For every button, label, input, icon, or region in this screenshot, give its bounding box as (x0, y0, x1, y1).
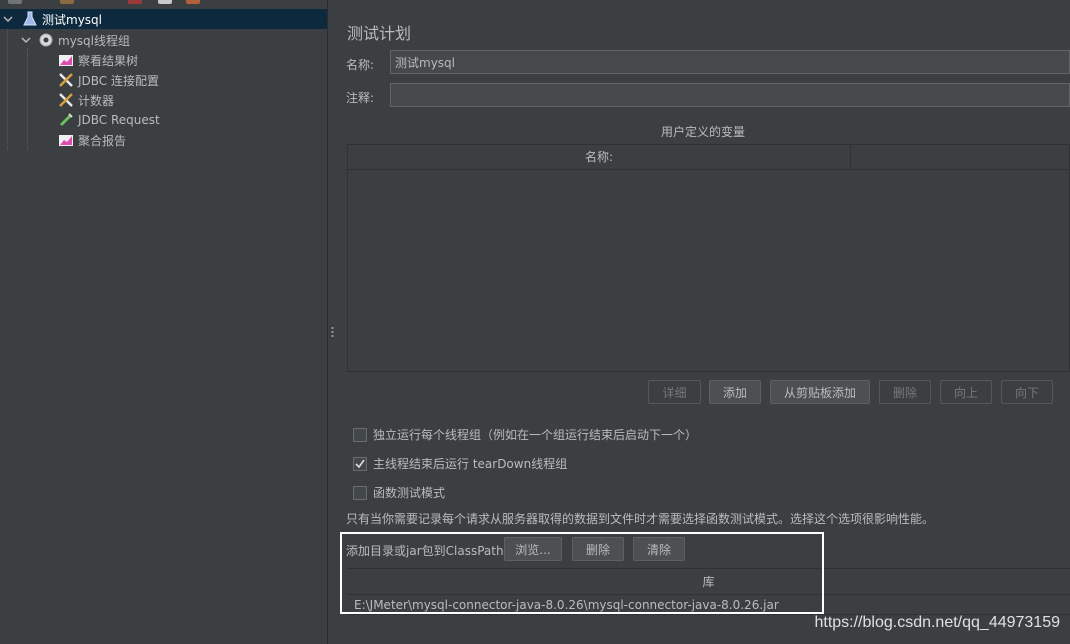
option-functional-test-mode[interactable]: 函数测试模式 (353, 484, 445, 501)
classpath-table-header: 库 (347, 569, 1070, 595)
pane-splitter[interactable] (327, 0, 336, 644)
sampler-pipette-icon (58, 112, 74, 128)
tree-item-results-tree[interactable]: 察看结果树 (58, 50, 138, 70)
splitter-grip-icon[interactable] (331, 326, 334, 338)
tree-item-label: JDBC 连接配置 (78, 73, 159, 88)
chevron-down-icon[interactable] (2, 13, 14, 25)
chevron-down-icon[interactable] (20, 34, 32, 46)
delete-variable-button[interactable]: 删除 (879, 380, 931, 404)
add-button[interactable]: 添加 (709, 380, 761, 404)
column-header-name[interactable]: 名称: (348, 145, 851, 170)
toolbar-icon[interactable] (186, 0, 200, 4)
detail-button[interactable]: 详细 (648, 380, 701, 404)
toolbar-icon[interactable] (8, 0, 22, 4)
listener-graph-icon (58, 132, 74, 148)
functional-mode-note: 只有当你需要记录每个请求从服务器取得的数据到文件时才需要选择函数测试模式。选择这… (346, 512, 935, 526)
variables-table-header: 名称: (348, 145, 1069, 170)
watermark: https://blog.csdn.net/qq_44973159 (814, 614, 1060, 631)
add-from-clipboard-button[interactable]: 从剪贴板添加 (770, 380, 870, 404)
variables-caption: 用户定义的变量 (660, 125, 745, 139)
classpath-table[interactable]: 库 E:\JMeter\mysql-connector-java-8.0.26\… (347, 568, 1070, 644)
comment-field[interactable] (390, 83, 1070, 107)
tree-item-label: mysql线程组 (58, 33, 130, 48)
checkbox[interactable] (353, 456, 367, 471)
test-plan-panel: 测试计划 名称: 注释: 用户定义的变量 名称: 详细 添加 从剪贴板添加 删除… (336, 0, 1070, 644)
tree-guide (27, 48, 28, 150)
tree-item-label: 察看结果树 (78, 53, 139, 68)
move-down-button[interactable]: 向下 (1001, 380, 1053, 404)
column-header-value[interactable] (852, 145, 1069, 170)
config-tools-icon (58, 92, 74, 108)
test-plan-tree: 测试mysql mysql线程组 察看结果树 JDBC 连接配置 计数器 JDB… (0, 6, 327, 644)
tree-item-test-plan[interactable]: 测试mysql (0, 9, 327, 29)
browse-button[interactable]: 浏览... (504, 537, 562, 561)
tree-item-thread-group[interactable]: mysql线程组 (20, 30, 130, 50)
gear-icon (38, 32, 54, 48)
name-label: 名称: (346, 58, 375, 72)
toolbar-icon[interactable] (128, 0, 142, 4)
toolbar-icon[interactable] (60, 0, 74, 4)
classpath-label: 添加目录或jar包到ClassPath (346, 544, 504, 558)
tree-item-label: 聚合报告 (78, 133, 127, 148)
checkbox[interactable] (353, 427, 367, 442)
toolbar-icon[interactable] (158, 0, 172, 4)
table-row[interactable]: E:\JMeter\mysql-connector-java-8.0.26\my… (347, 595, 1070, 615)
comment-label: 注释: (346, 91, 375, 105)
tree-item-jdbc-request[interactable]: JDBC Request (58, 110, 160, 130)
checkbox[interactable] (353, 485, 367, 500)
tree-item-label: JDBC Request (78, 113, 160, 127)
option-teardown-after-shutdown[interactable]: 主线程结束后运行 tearDown线程组 (353, 455, 567, 472)
option-label: 独立运行每个线程组（例如在一个组运行结束后启动下一个） (373, 428, 698, 442)
delete-classpath-button[interactable]: 删除 (572, 537, 624, 561)
tree-item-aggregate-report[interactable]: 聚合报告 (58, 130, 126, 150)
listener-graph-icon (58, 52, 74, 68)
option-label: 函数测试模式 (373, 486, 446, 500)
tree-item-label: 测试mysql (42, 12, 102, 27)
move-up-button[interactable]: 向上 (940, 380, 992, 404)
name-field[interactable] (390, 50, 1070, 74)
panel-title: 测试计划 (347, 24, 412, 43)
test-plan-icon (22, 11, 38, 27)
classpath-entry: E:\JMeter\mysql-connector-java-8.0.26\my… (354, 598, 779, 612)
column-header-library[interactable]: 库 (347, 569, 1070, 595)
option-run-groups-consecutively[interactable]: 独立运行每个线程组（例如在一个组运行结束后启动下一个） (353, 426, 697, 443)
tree-guide (7, 26, 8, 150)
tree-item-counter[interactable]: 计数器 (58, 90, 114, 110)
option-label: 主线程结束后运行 tearDown线程组 (373, 457, 568, 471)
check-icon (355, 459, 365, 468)
tree-item-label: 计数器 (78, 93, 115, 108)
tree-item-jdbc-config[interactable]: JDBC 连接配置 (58, 70, 159, 90)
config-tools-icon (58, 72, 74, 88)
variables-table[interactable]: 名称: (347, 144, 1070, 372)
clear-classpath-button[interactable]: 清除 (633, 537, 685, 561)
